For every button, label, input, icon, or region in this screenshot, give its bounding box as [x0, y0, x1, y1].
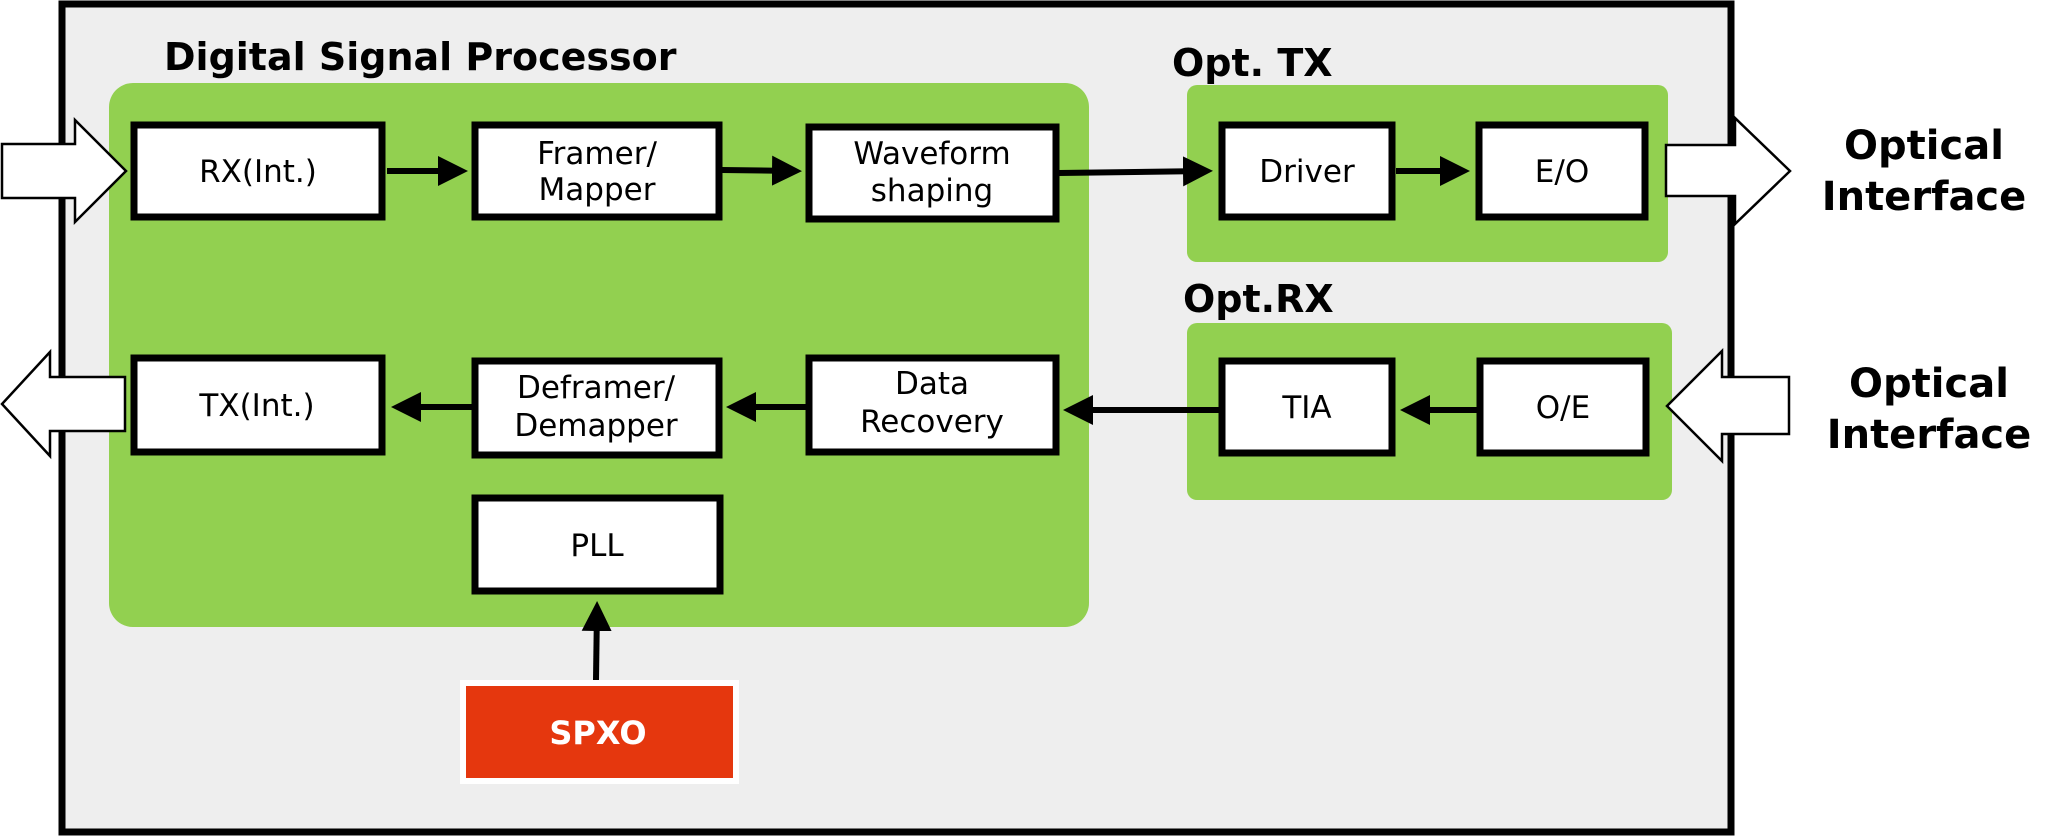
- svg-text:RX(Int.): RX(Int.): [199, 154, 317, 190]
- svg-text:Optical: Optical: [1844, 123, 2004, 169]
- svg-text:SPXO: SPXO: [549, 714, 646, 752]
- arrow-framer-to-waveform: [721, 155, 802, 186]
- opt-rx-title: Opt.RX: [1183, 277, 1334, 321]
- optical-interface-in-label: Optical Interface: [1827, 361, 2032, 458]
- block-deframer-demapper: Deframer/ Demapper: [471, 357, 723, 459]
- svg-text:Optical: Optical: [1849, 361, 2009, 407]
- svg-text:PLL: PLL: [570, 528, 624, 564]
- block-rx-int: RX(Int.): [130, 121, 386, 221]
- arrow-spxo-to-pll: [581, 601, 612, 681]
- arrow-waveform-to-driver: [1058, 156, 1213, 187]
- block-pll: PLL: [471, 494, 724, 595]
- block-tia: TIA: [1218, 357, 1396, 457]
- block-spxo: SPXO: [460, 680, 739, 784]
- dsp-title: Digital Signal Processor: [164, 35, 677, 79]
- svg-text:shaping: shaping: [871, 173, 993, 209]
- svg-text:Interface: Interface: [1822, 174, 2027, 220]
- svg-text:Recovery: Recovery: [860, 404, 1004, 440]
- optical-interface-out-label: Optical Interface: [1822, 123, 2027, 220]
- opt-tx-title: Opt. TX: [1172, 41, 1333, 85]
- block-oe: O/E: [1476, 357, 1650, 457]
- block-waveform-shaping: Waveform shaping: [805, 123, 1060, 223]
- svg-text:Data: Data: [895, 366, 969, 402]
- svg-text:Deframer/: Deframer/: [517, 370, 676, 406]
- block-eo: E/O: [1475, 121, 1649, 221]
- svg-text:E/O: E/O: [1535, 154, 1589, 190]
- svg-text:Driver: Driver: [1259, 154, 1355, 190]
- svg-text:TX(Int.): TX(Int.): [198, 388, 314, 424]
- svg-text:Demapper: Demapper: [514, 408, 678, 444]
- svg-text:Waveform: Waveform: [853, 136, 1010, 172]
- svg-text:TIA: TIA: [1281, 390, 1331, 426]
- block-data-recovery: Data Recovery: [805, 354, 1060, 456]
- svg-text:O/E: O/E: [1536, 390, 1590, 426]
- block-tx-int: TX(Int.): [130, 354, 386, 456]
- block-diagram: Digital Signal Processor Opt. TX Opt.RX …: [0, 0, 2032, 836]
- svg-text:Framer/: Framer/: [537, 136, 657, 172]
- block-framer-mapper: Framer/ Mapper: [471, 121, 723, 221]
- svg-text:Mapper: Mapper: [539, 172, 656, 208]
- svg-text:Interface: Interface: [1827, 412, 2032, 458]
- block-driver: Driver: [1218, 121, 1396, 221]
